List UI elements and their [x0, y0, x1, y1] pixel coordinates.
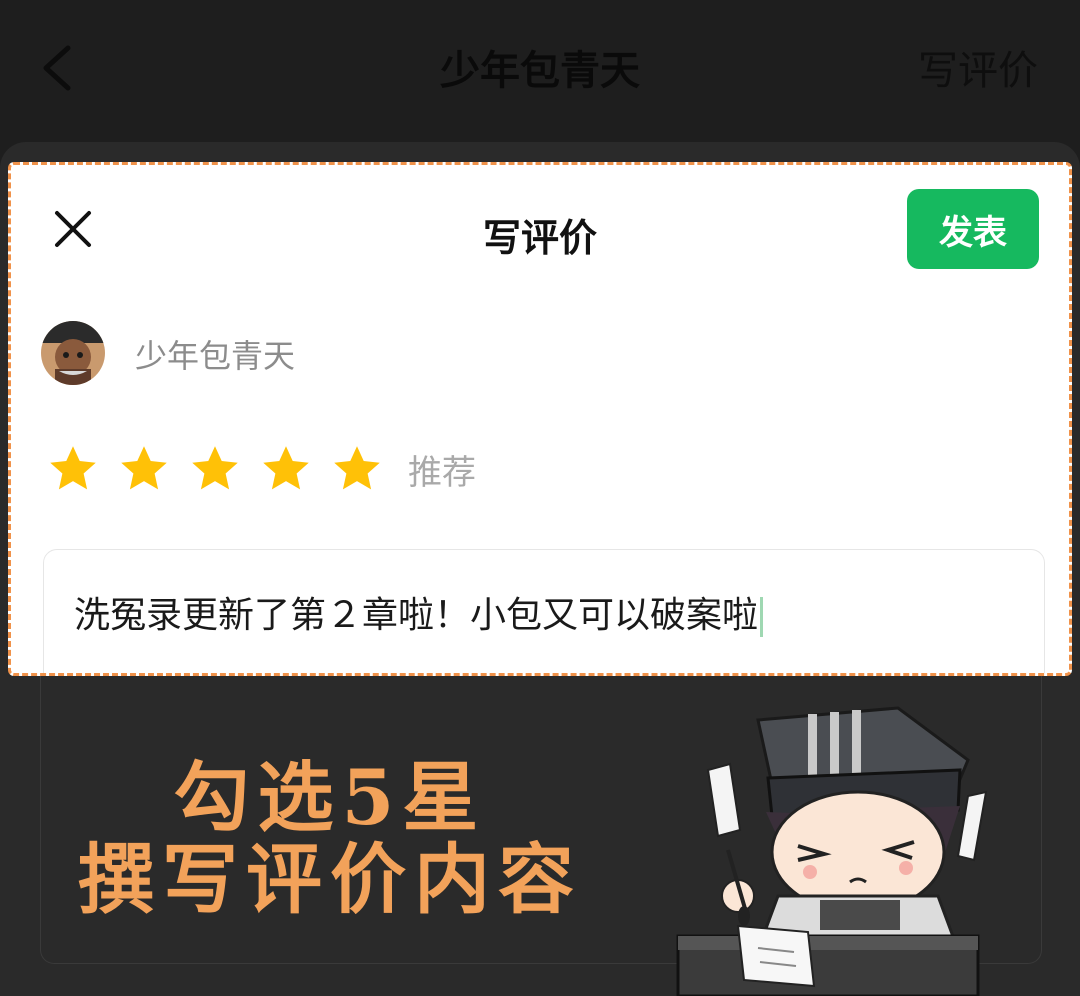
review-text: 洗冤录更新了第２章啦！小包又可以破案啦 [74, 595, 759, 636]
star-icon[interactable] [47, 443, 99, 495]
star-icon[interactable] [189, 443, 241, 495]
rating-label: 推荐 [408, 452, 476, 493]
write-review-modal: 写评价 发表 少年包青天 推荐 洗冤录更新了第２章啦！小包又可以破案啦 [8, 162, 1072, 676]
star-rating: 推荐 [47, 441, 476, 497]
book-name: 少年包青天 [135, 337, 296, 375]
book-avatar [41, 321, 105, 385]
text-cursor [760, 597, 764, 637]
star-icon[interactable] [260, 443, 312, 495]
star-icon[interactable] [331, 443, 383, 495]
instruction-line-2: 撰写评价内容 [78, 835, 582, 924]
mascot-illustration [676, 706, 988, 996]
write-review-link[interactable]: 写评价 [918, 38, 1038, 96]
review-textarea[interactable]: 洗冤录更新了第２章啦！小包又可以破案啦 [43, 549, 1045, 673]
star-icon[interactable] [118, 443, 170, 495]
publish-button[interactable]: 发表 [907, 189, 1039, 269]
top-nav-bar: 少年包青天 写评价 [0, 0, 1080, 140]
